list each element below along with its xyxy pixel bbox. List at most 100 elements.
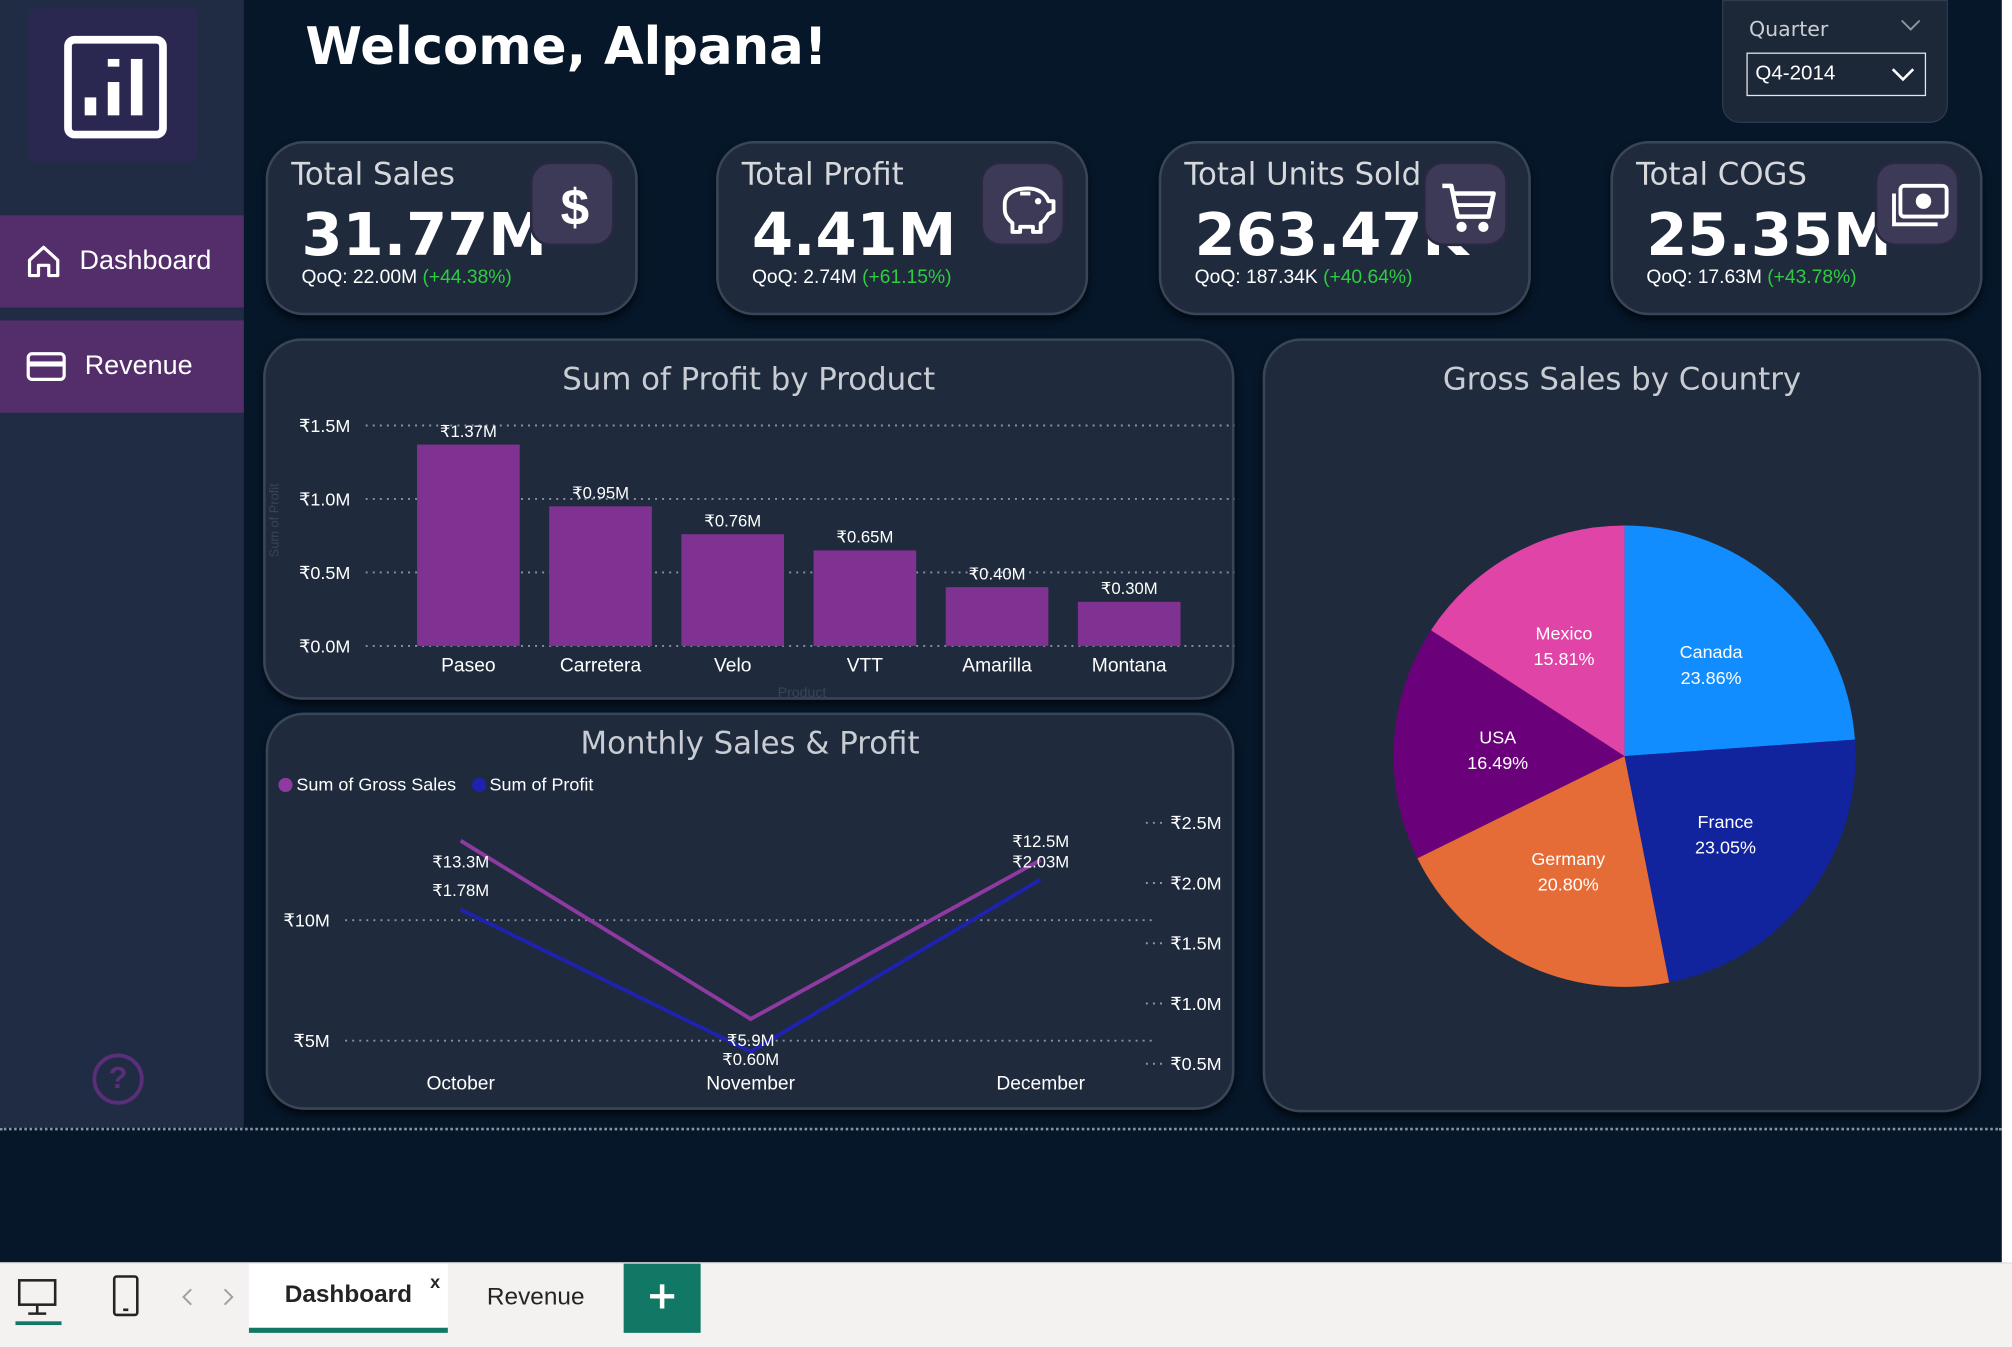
bar-vtt[interactable] — [813, 550, 917, 646]
kpi-title: Total Sales — [291, 156, 455, 193]
pie-slice-label: USA — [1479, 727, 1516, 747]
bar-data-label: ₹0.95M — [572, 484, 629, 503]
pie-chart-svg: Canada 23.86% France 23.05% Germany 20.80% USA… — [1393, 525, 1856, 987]
kpi-qoq: QoQ: 22.00M (+44.38%) — [301, 266, 512, 289]
bar-amarilla[interactable] — [945, 587, 1049, 646]
kpi-value: 4.41M — [751, 199, 957, 270]
page-tab-bar: Dashboard x Revenue + — [0, 1262, 2012, 1347]
y-tick-label: ₹0.0M — [299, 636, 350, 656]
nav-revenue-label: Revenue — [84, 351, 193, 381]
nav-dashboard-button[interactable]: Dashboard — [0, 215, 244, 308]
x-tick-label: Velo — [714, 656, 751, 677]
x-tick-label: October — [426, 1073, 495, 1094]
chevron-left-icon[interactable] — [180, 1287, 195, 1308]
report-window: Dashboard Revenue ? Welcome, Alpana! Qua… — [0, 0, 2012, 1347]
mobile-view-icon[interactable] — [110, 1274, 141, 1320]
x-tick-label: Carretera — [560, 656, 642, 677]
y-tick-label: ₹0.5M — [299, 563, 350, 583]
help-icon[interactable]: ? — [92, 1053, 144, 1105]
x-axis-title: Product — [778, 684, 827, 700]
shopping-cart-icon — [1423, 161, 1508, 247]
kpi-qoq-change: (+43.78%) — [1767, 266, 1857, 289]
kpi-qoq-change: (+40.64%) — [1323, 266, 1413, 289]
chevron-down-icon — [1891, 68, 1915, 82]
bar-carretera[interactable] — [549, 506, 652, 646]
profit-data-label: ₹2.03M — [1012, 853, 1069, 872]
kpi-title: Total Profit — [741, 156, 904, 193]
x-tick-label: Amarilla — [962, 656, 1032, 677]
kpi-card-total-profit: Total Profit 4.41M QoQ: 2.74M (+61.15%) — [716, 140, 1089, 316]
gross-sales-data-label: ₹12.5M — [1012, 832, 1069, 851]
x-tick-label: December — [996, 1073, 1085, 1094]
kpi-title: Total Units Sold — [1184, 156, 1422, 193]
pie-slice-canada[interactable] — [1624, 525, 1855, 757]
kpi-qoq: QoQ: 2.74M (+61.15%) — [751, 266, 952, 289]
nav-dashboard-label: Dashboard — [79, 246, 212, 276]
kpi-value: 31.77M — [301, 199, 548, 270]
page-boundary-line — [0, 1127, 2002, 1131]
bar-data-label: ₹1.37M — [440, 422, 497, 441]
gross-sales-data-label: ₹13.3M — [432, 853, 489, 872]
x-tick-label: VTT — [847, 656, 884, 677]
bar-montana[interactable] — [1077, 601, 1181, 646]
pie-slice-percent: 23.05% — [1695, 838, 1756, 858]
profit-line[interactable] — [459, 877, 1042, 1054]
profit-data-label: ₹1.78M — [432, 881, 489, 900]
kpi-qoq: QoQ: 187.34K (+40.64%) — [1194, 266, 1413, 289]
pie-slice-label: Germany — [1531, 849, 1605, 869]
chevron-down-icon[interactable] — [1900, 19, 1921, 32]
y-right-tick-label: ₹1.5M — [1170, 934, 1221, 954]
y-right-tick-label: ₹1.0M — [1170, 994, 1221, 1014]
x-tick-label: Paseo — [441, 656, 496, 677]
profit-data-label: ₹0.60M — [722, 1050, 779, 1069]
bar-data-label: ₹0.76M — [704, 512, 761, 531]
pie-slice-label: Canada — [1680, 642, 1743, 662]
close-icon[interactable]: x — [430, 1271, 440, 1292]
line-chart-svg: ₹5M ₹10M ₹0.5M ₹1.0M ₹1.5M ₹2.0M ₹2.5M ₹13.3M ₹5… — [283, 813, 1221, 1094]
pie-slice-percent: 20.80% — [1538, 874, 1599, 894]
bar-velo[interactable] — [681, 534, 785, 646]
kpi-qoq: QoQ: 17.63M (+43.78%) — [1646, 266, 1857, 289]
monthly-sales-profit-chart: Monthly Sales & Profit Sum of Gross Sale… — [265, 712, 1235, 1110]
x-tick-label: Montana — [1092, 656, 1167, 677]
dollar-icon: $ — [529, 161, 615, 247]
kpi-qoq-change: (+44.38%) — [422, 266, 512, 289]
kpi-title: Total COGS — [1636, 156, 1807, 193]
bar-paseo[interactable] — [417, 444, 520, 646]
y-left-tick-label: ₹5M — [293, 1031, 329, 1051]
bar-data-label: ₹0.30M — [1101, 579, 1158, 598]
nav-revenue-button[interactable]: Revenue — [0, 320, 244, 413]
y-right-tick-label: ₹2.5M — [1170, 813, 1221, 833]
home-icon — [27, 245, 60, 278]
logo — [28, 7, 198, 162]
bar-chart-svg: Sum of Profit Product ₹0.0M ₹0.5M ₹1.0M ₹1.… — [266, 416, 1235, 700]
bar-chart-logo-icon — [64, 35, 167, 139]
y-left-tick-label: ₹10M — [283, 911, 329, 931]
desktop-view-icon[interactable] — [15, 1274, 62, 1326]
add-page-button[interactable]: + — [623, 1263, 701, 1333]
report-canvas: Dashboard Revenue ? Welcome, Alpana! Qua… — [0, 0, 2002, 1263]
kpi-qoq-change: (+61.15%) — [862, 266, 952, 289]
bar-data-label: ₹0.40M — [969, 564, 1026, 583]
x-tick-label: November — [706, 1073, 795, 1094]
y-right-tick-label: ₹0.5M — [1170, 1054, 1221, 1074]
pie-slice-percent: 15.81% — [1534, 649, 1595, 669]
tab-label: Revenue — [486, 1284, 585, 1312]
kpi-card-total-cogs: Total COGS 25.35M QoQ: 17.63M (+43.78%) — [1610, 140, 1983, 316]
quarter-dropdown[interactable]: Q4-2014 — [1746, 52, 1927, 97]
chevron-right-icon[interactable] — [221, 1287, 236, 1308]
y-tick-label: ₹1.5M — [299, 416, 350, 436]
pie-slice-percent: 16.49% — [1467, 753, 1528, 773]
pie-slice-percent: 23.86% — [1681, 668, 1742, 688]
y-right-tick-label: ₹2.0M — [1170, 873, 1221, 893]
tab-revenue[interactable]: Revenue — [450, 1264, 621, 1333]
kpi-value: 25.35M — [1646, 199, 1892, 270]
piggy-bank-icon — [980, 161, 1066, 247]
sidebar: Dashboard Revenue ? — [0, 0, 244, 1128]
gross-sales-data-label: ₹5.9M — [727, 1031, 775, 1050]
y-tick-label: ₹1.0M — [299, 489, 350, 509]
credit-card-icon — [26, 352, 66, 381]
tab-dashboard[interactable]: Dashboard x — [248, 1263, 448, 1333]
quarter-value: Q4-2014 — [1755, 62, 1836, 85]
pie-slice-label: Mexico — [1536, 623, 1593, 643]
